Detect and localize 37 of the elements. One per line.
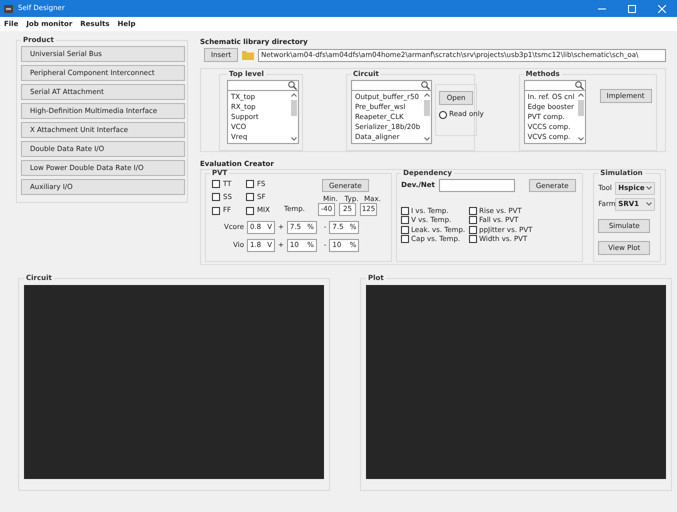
maximize-icon bbox=[628, 4, 636, 12]
checkbox[interactable] bbox=[401, 226, 410, 234]
folder-icon bbox=[242, 50, 254, 60]
checkbox[interactable] bbox=[246, 206, 254, 215]
checkbox[interactable] bbox=[246, 180, 254, 188]
scroll-up-icon bbox=[578, 93, 584, 98]
scroll-down-icon bbox=[291, 137, 297, 142]
scrollbar[interactable] bbox=[577, 91, 585, 144]
checkbox[interactable] bbox=[246, 193, 254, 202]
scroll-down-icon bbox=[578, 137, 584, 142]
search-icon bbox=[421, 81, 430, 90]
app-icon bbox=[4, 4, 13, 12]
net-field[interactable] bbox=[438, 178, 515, 192]
checkbox[interactable] bbox=[212, 180, 220, 188]
scroll-up-icon bbox=[424, 93, 430, 98]
checkbox[interactable] bbox=[401, 235, 410, 244]
close-icon bbox=[658, 4, 666, 12]
search-field[interactable] bbox=[524, 81, 585, 92]
checkbox[interactable] bbox=[469, 226, 478, 234]
checkbox[interactable] bbox=[469, 235, 478, 244]
checkbox[interactable] bbox=[212, 193, 220, 202]
checkbox[interactable] bbox=[469, 206, 478, 215]
search-icon bbox=[574, 81, 584, 90]
checkbox[interactable] bbox=[469, 216, 478, 224]
scrollbar[interactable] bbox=[423, 91, 432, 144]
caret-icon bbox=[646, 202, 652, 206]
scroll-down-icon bbox=[424, 137, 430, 142]
checkbox[interactable] bbox=[401, 206, 410, 215]
search-field[interactable] bbox=[228, 81, 298, 92]
scrollbar[interactable] bbox=[290, 91, 298, 144]
caret-icon bbox=[646, 186, 652, 190]
search-icon bbox=[288, 81, 297, 90]
radio-button[interactable] bbox=[439, 110, 448, 119]
checkbox[interactable] bbox=[212, 206, 220, 215]
checkbox[interactable] bbox=[401, 216, 410, 224]
search-field[interactable] bbox=[352, 81, 432, 92]
scroll-up-icon bbox=[291, 93, 297, 98]
